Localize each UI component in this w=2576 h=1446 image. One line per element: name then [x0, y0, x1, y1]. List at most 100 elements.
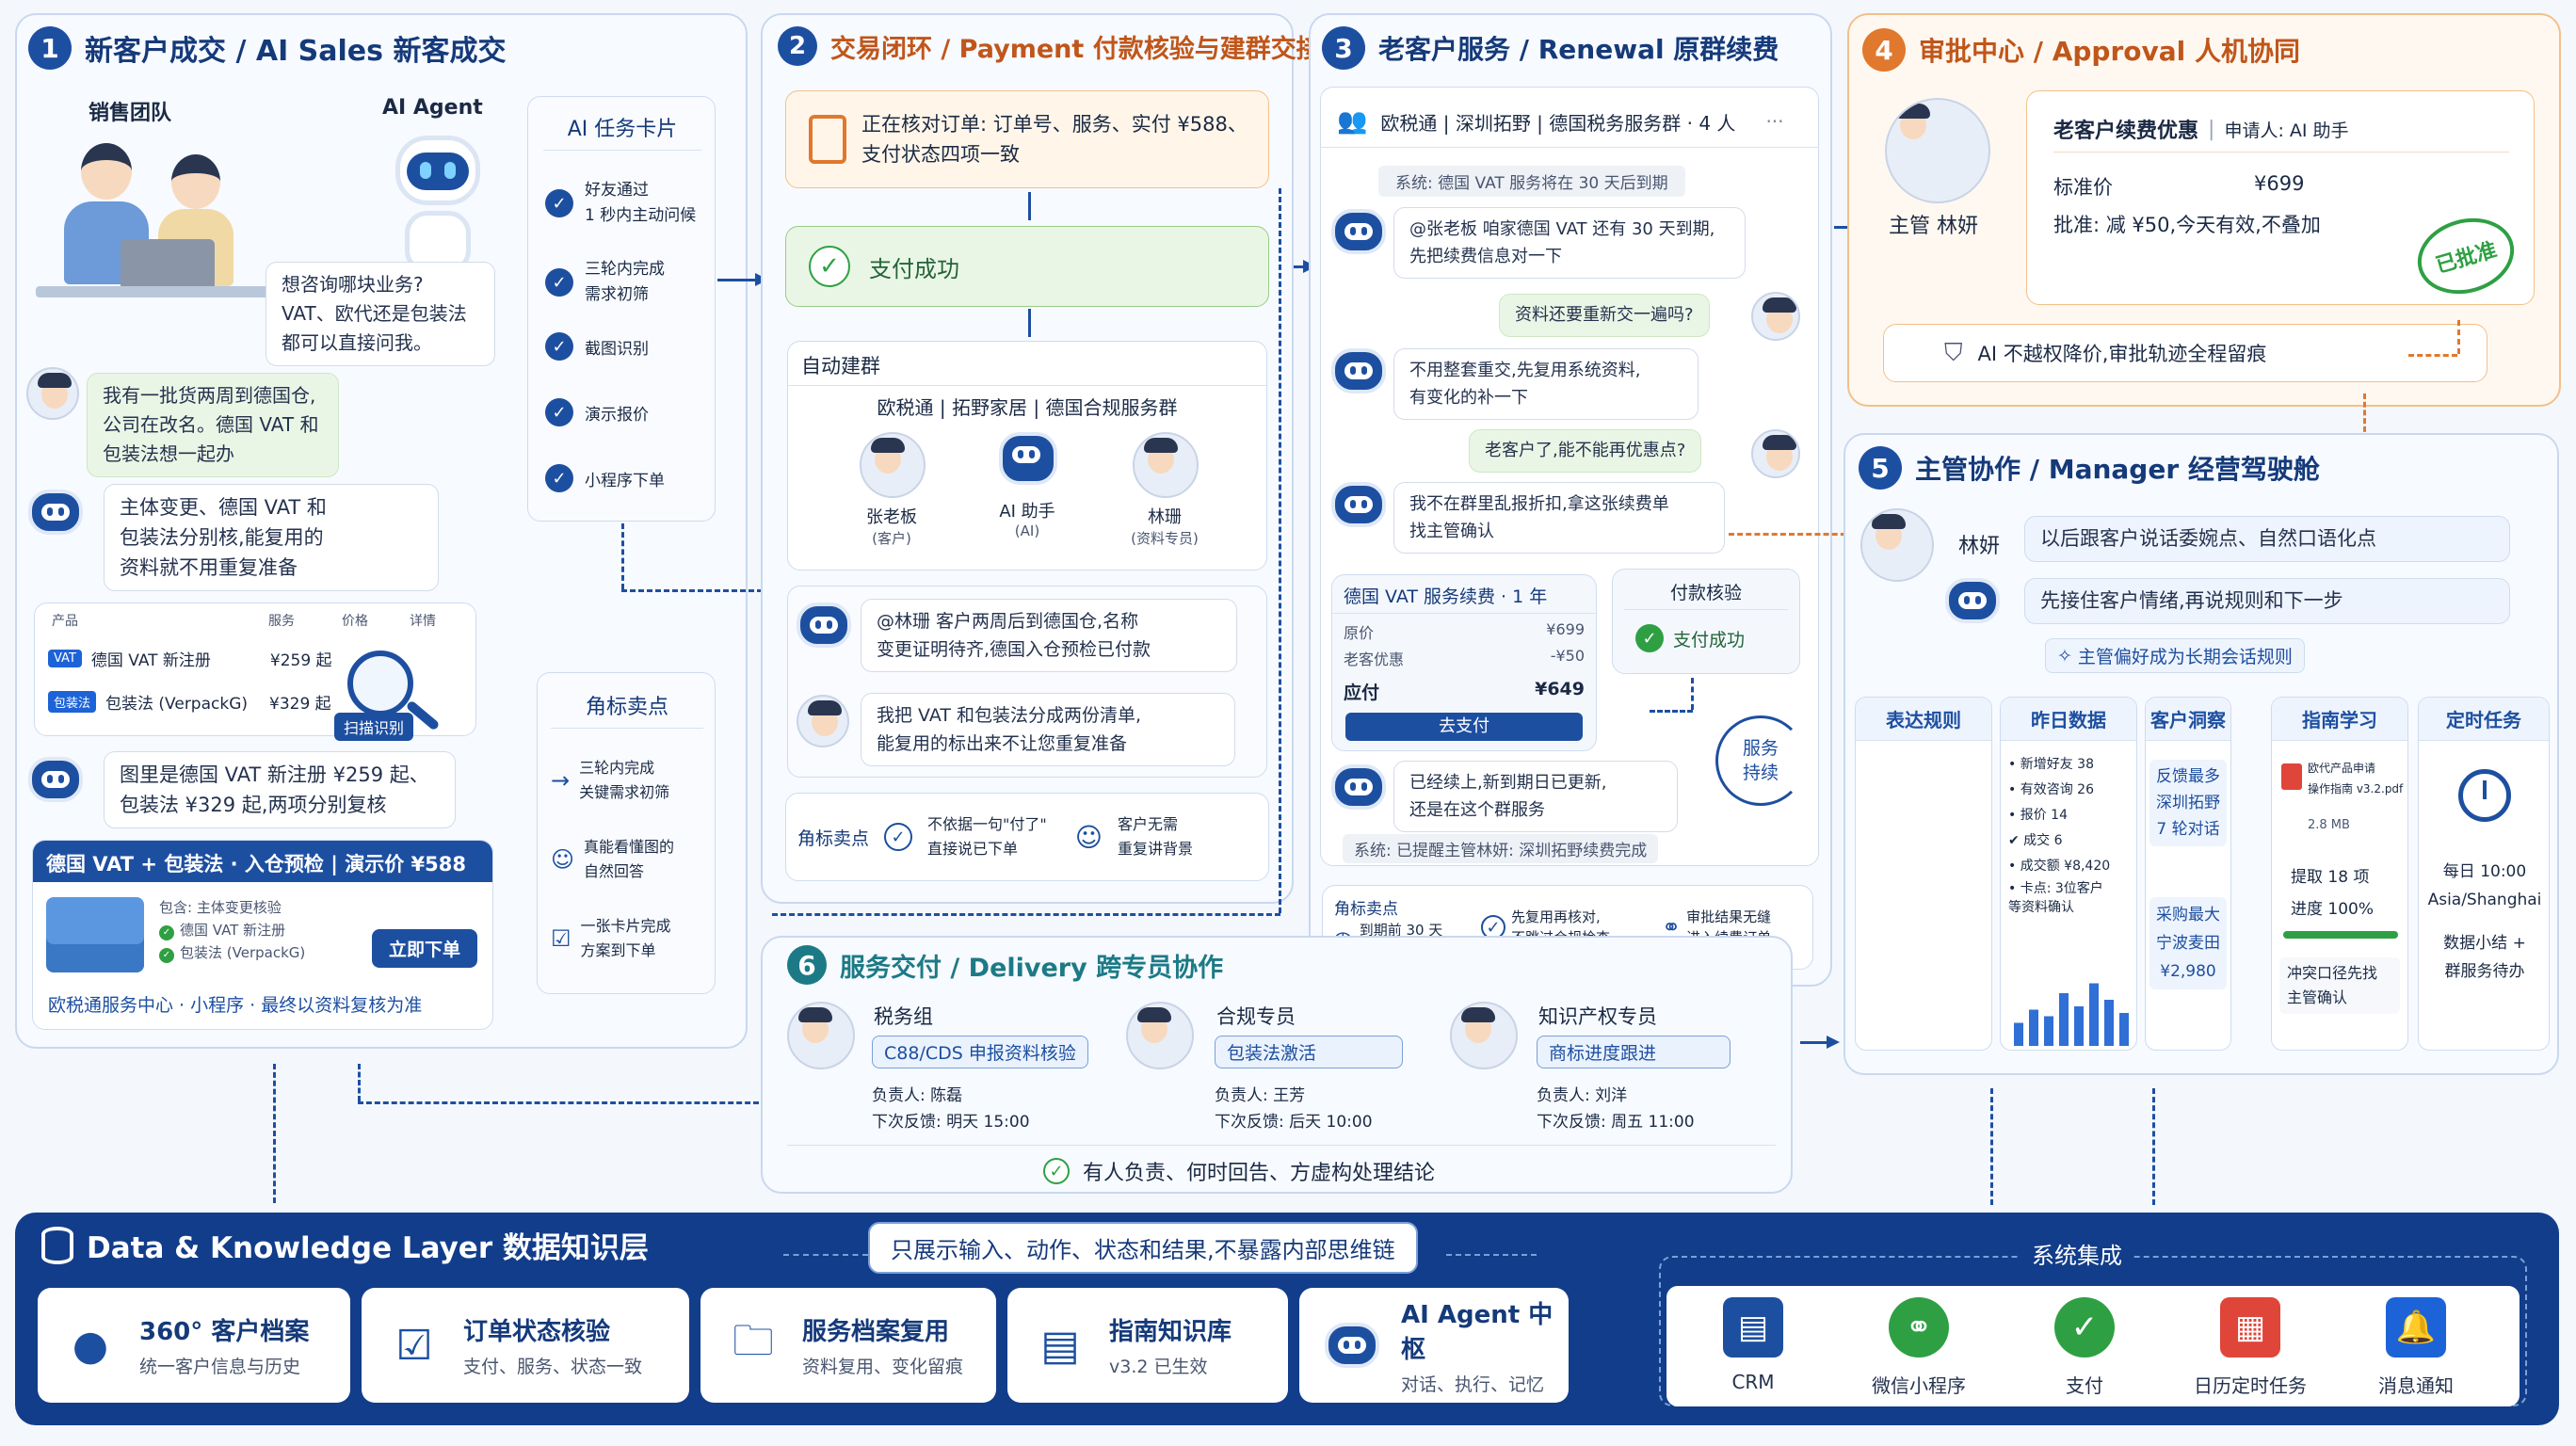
system-message-1: 系统: 德国 VAT 服务将在 30 天后到期 [1378, 166, 1685, 197]
daily-bar [2044, 1016, 2053, 1046]
group-name: 欧税通 | 拓野家居 | 德国合规服务群 [877, 396, 1178, 419]
daily-stat: • 成交额 ¥8,420 [2008, 859, 2111, 874]
expert-tax: 税务组 C88/CDS 申报资料核验 负责人: 陈磊 下次反馈: 明天 15:00 [787, 998, 1100, 1139]
approved-stamp: 已批准 [2408, 207, 2523, 305]
card-check-icon: ☑ [551, 925, 572, 952]
selling-point: 不依据一句"付了" 直接说已下单 [927, 815, 1047, 858]
customer-avatar [860, 432, 926, 498]
timer-time: 每日 10:00 Asia/Shanghai [2427, 862, 2542, 909]
panel-6-title-text: 服务交付 / Delivery 跨专员协作 [840, 953, 1224, 983]
guide-progress-label: 进度 100% [2291, 900, 2375, 919]
check-icon: ✓ [884, 823, 913, 851]
ai-renewal-message-1: @张老板 咱家德国 VAT 还有 30 天到期, 先把续费信息对一下 [1393, 207, 1746, 279]
data-card-service-archive: 🗀 服务档案复用 资料复用、变化留痕 [700, 1288, 996, 1403]
table-header-detail: 详情 [410, 614, 436, 629]
row-name: 德国 VAT 新注册 [90, 651, 211, 670]
offer-item: ✓ 德国 VAT 新注册 [159, 920, 285, 940]
ai-robot-figure [386, 136, 490, 277]
rule-column: 表达规则 [1855, 697, 1992, 1051]
selling-points-title: 角标卖点 [585, 696, 668, 719]
customer-avatar [1751, 429, 1800, 478]
flow-arrow [717, 273, 768, 286]
data-card-order-status: ☑ 订单状态核验 支付、服务、状态一致 [362, 1288, 689, 1403]
ai-avatar [999, 432, 1057, 485]
ai-avatar [1331, 764, 1386, 810]
selling-point: ☺ 真能看懂图的 自然回答 [551, 838, 675, 880]
ai-avatar [1331, 482, 1386, 527]
step-1-badge: 1 [28, 26, 72, 70]
pay-button[interactable]: 去支付 [1345, 713, 1583, 741]
approve-text: 批准: 减 ¥50,今天有效,不叠加 [2053, 214, 2321, 236]
task-item: ✓ 小程序下单 [545, 464, 665, 492]
arrow-icon: → [551, 767, 571, 794]
customer-avatar [1751, 292, 1800, 341]
integration-label: 消息通知 [2378, 1374, 2454, 1397]
robot-icon [1322, 1315, 1382, 1375]
staff-avatar [797, 695, 849, 747]
approval-card: 老客户续费优惠 | 申请人: AI 助手 标准价 ¥699 批准: 减 ¥50,今天有… [2026, 90, 2535, 305]
panel-2-title: 2 交易闭环 / Payment 付款核验与建群交接 [778, 26, 1322, 66]
check-icon: ✓ [545, 464, 573, 492]
laptop-icon [121, 239, 215, 292]
check-icon: ✓ [545, 332, 573, 361]
manager-name: 主管 林妍 [1889, 215, 1978, 238]
flow-dashed-orange [2408, 354, 2457, 357]
magnifier-icon [347, 651, 413, 716]
offer-title: 德国 VAT + 包装法 · 入仓预检 | 演示价 ¥588 [33, 841, 492, 882]
guide-progress-fill [2283, 931, 2398, 939]
table-header-service: 服务 [268, 614, 295, 629]
task-item: ✓ 截图识别 [545, 332, 649, 361]
insight-item: 反馈最多 深圳拓野 7 轮对话 [2149, 760, 2227, 846]
database-icon [41, 1226, 73, 1264]
daily-stat: • 卡点: 3位客户 等资料确认 [2008, 881, 2103, 915]
guide-progress-track [2283, 931, 2398, 939]
step-3-badge: 3 [1322, 26, 1365, 70]
ai-avatar-2 [28, 757, 83, 802]
ai-task-divider [543, 150, 701, 151]
ai-avatar [797, 602, 851, 648]
expert-compliance: 合规专员 包装法激活 负责人: 王芳 下次反馈: 后天 10:00 [1126, 998, 1439, 1139]
customer-renewal-message-2: 老客户了,能不能再优惠点? [1469, 429, 1702, 473]
integration-label: 支付 [2066, 1374, 2103, 1397]
order-now-button[interactable]: 立即下单 [372, 929, 478, 968]
panel-4-title: 4 审批中心 / Approval 人机协同 [1862, 28, 2300, 72]
daily-bar [2074, 1006, 2084, 1046]
sales-team-label: 销售团队 [89, 102, 172, 125]
folder-icon: 🗀 [733, 1316, 774, 1365]
flow-dashed [1279, 188, 1281, 913]
row-price: ¥329 起 [269, 694, 331, 714]
step-2-badge: 2 [778, 26, 817, 66]
timer-task: 数据小结 + 群服务待办 [2443, 934, 2526, 981]
service-cycle-icon: 服务 持续 [1715, 715, 1806, 806]
bill-title: 德国 VAT 服务续费 · 1 年 [1344, 586, 1548, 607]
daily-bar-chart [2014, 983, 2129, 1046]
success-check-icon: ✓ [809, 246, 850, 287]
insight-column: 客户洞察 反馈最多 深圳拓野 7 轮对话 采购最大 宁波麦田 ¥2,980 [2145, 697, 2231, 1051]
expert-avatar [1126, 1002, 1194, 1069]
expert-task-tag: 包装法激活 [1215, 1036, 1403, 1068]
panel-1-title: 1 新客户成交 / AI Sales 新客成交 [28, 26, 506, 70]
selling-points-card-2: 角标卖点 ✓ 不依据一句"付了" 直接说已下单 ☺ 客户无需 重复讲背景 [785, 793, 1269, 881]
flow-dashed-orange [1729, 533, 1855, 536]
task-item: ✓ 演示报价 [545, 398, 649, 426]
customer-avatar [26, 367, 79, 420]
daily-stats: • 新增好友 38 • 有效咨询 26 • 报价 14 ✔ 成交 6 • 成交额 ¥8,… [2008, 752, 2134, 917]
payment-check-title: 付款核验 [1669, 583, 1742, 603]
check-icon: ✓ [545, 398, 573, 426]
connector [2152, 1088, 2155, 1205]
box-icon [46, 897, 144, 972]
check-icon: ✓ [545, 189, 573, 217]
connector [358, 1064, 361, 1101]
bill-row: 老客优惠 -¥50 [1344, 647, 1585, 668]
pdf-icon [2281, 763, 2302, 790]
panel-3-title: 3 老客户服务 / Renewal 原群续费 [1322, 26, 1779, 70]
integration-3: ▦ 日历定时任务 [2179, 1297, 2322, 1398]
flow-dashed [772, 913, 1280, 916]
data-layer-title: Data & Knowledge Layer 数据知识层 [41, 1224, 649, 1266]
check-icon: ✓ [545, 268, 573, 297]
row-name: 包装法 (VerpackG) [105, 694, 249, 714]
insight-column-title: 客户洞察 [2146, 698, 2230, 741]
clipboard-icon [809, 115, 846, 164]
bell-icon: 🔔 [2386, 1297, 2446, 1358]
integration-1: ⚭ 微信小程序 [1847, 1297, 1990, 1398]
